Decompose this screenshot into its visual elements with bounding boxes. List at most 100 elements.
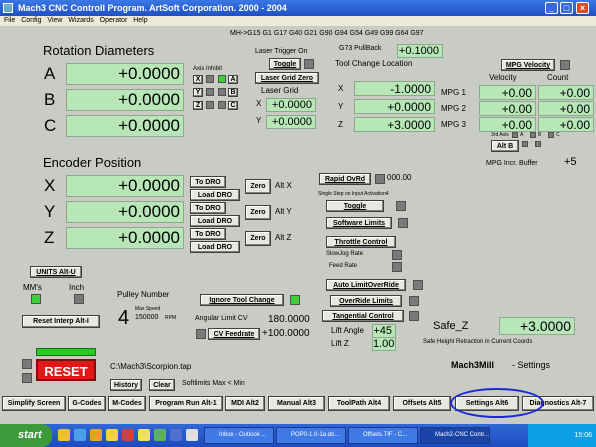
tangential-control-button[interactable]: Tangential Control: [322, 310, 404, 322]
alt-y-label: Alt Y: [275, 207, 292, 216]
mpg-velocity-button[interactable]: MPG Velocity: [501, 59, 555, 71]
laser-grid-zero-button[interactable]: Laser Grid Zero: [255, 72, 319, 84]
auto-limit-override-button[interactable]: Auto LimitOverRide: [326, 279, 406, 291]
windows-taskbar: start Inbox - Outlook ... POP0-1.0-1a.do…: [0, 424, 596, 447]
menu-operator[interactable]: Operator: [100, 17, 128, 24]
alt-b-button[interactable]: Alt B: [491, 140, 519, 152]
zero-x-button[interactable]: Zero: [245, 179, 271, 194]
single-step-toggle-button[interactable]: Toggle: [326, 200, 384, 212]
load-dro-z-button[interactable]: Load DRO: [190, 241, 240, 253]
app-icon-1[interactable]: [122, 429, 134, 441]
menu-file[interactable]: File: [4, 17, 15, 24]
throttle-control-button[interactable]: Throttle Control: [326, 236, 396, 248]
tangential-led: [409, 311, 419, 321]
inhibit-c-led: [218, 101, 226, 109]
inhibit-z-button[interactable]: Z: [193, 101, 203, 110]
menu-config[interactable]: Config: [21, 17, 41, 24]
lift-angle-value[interactable]: +45: [372, 324, 396, 338]
ignore-tool-change-button[interactable]: Ignore Tool Change: [200, 294, 284, 306]
dro-rotation-c[interactable]: +0.0000: [66, 115, 184, 137]
menu-view[interactable]: View: [47, 17, 62, 24]
laser-grid-x[interactable]: +0.0000: [266, 98, 316, 112]
inhibit-b-button[interactable]: B: [228, 88, 238, 97]
rapid-ovrd-value: 000.00: [387, 173, 412, 182]
cv-feedrate-button[interactable]: CV Feedrate: [208, 328, 260, 340]
zero-z-button[interactable]: Zero: [245, 231, 271, 246]
mpg-a-label: A: [520, 132, 524, 138]
dro-encoder-x[interactable]: +0.0000: [66, 175, 184, 197]
safe-z-value[interactable]: +3.0000: [499, 317, 575, 335]
load-dro-y-button[interactable]: Load DRO: [190, 215, 240, 227]
alt-x-label: Alt X: [275, 181, 292, 190]
tool-change-x[interactable]: -1.0000: [354, 81, 435, 96]
dro-rotation-a[interactable]: +0.0000: [66, 63, 184, 85]
mpg2-count[interactable]: +0.00: [538, 101, 594, 116]
reset-interp-button[interactable]: Reset Interp Alt-I: [22, 315, 100, 328]
max-speed-label: Max Speed: [135, 306, 161, 312]
mpg3-count[interactable]: +0.00: [538, 117, 594, 132]
inhibit-a-button[interactable]: A: [228, 75, 238, 84]
inhibit-c-button[interactable]: C: [228, 101, 238, 110]
software-limits-button[interactable]: Software Limits: [326, 217, 392, 229]
tab-simplify-screen[interactable]: Simplify Screen: [2, 396, 66, 411]
g73-pullback-value[interactable]: +0.1000: [397, 44, 443, 58]
maximize-button[interactable]: □: [560, 2, 573, 14]
mpg2-velocity[interactable]: +0.00: [479, 101, 536, 116]
media-icon[interactable]: [90, 429, 102, 441]
menu-wizards[interactable]: Wizards: [68, 17, 93, 24]
to-dro-x-button[interactable]: To DRO: [190, 176, 226, 188]
ie-icon[interactable]: [74, 429, 86, 441]
laser-grid-y[interactable]: +0.0000: [266, 115, 316, 129]
cv-feedrate-value: +100.0000: [262, 328, 310, 339]
task-mach3[interactable]: Mach2-CNC Contr...: [420, 427, 490, 444]
mpg3-velocity[interactable]: +0.00: [479, 117, 536, 132]
tab-offsets[interactable]: Offsets Alt5: [393, 396, 451, 411]
inhibit-y-button[interactable]: Y: [193, 88, 203, 97]
rapid-ovrd-led: [375, 174, 385, 184]
start-button[interactable]: start: [0, 424, 52, 447]
close-button[interactable]: ×: [576, 2, 589, 14]
file-path: C:\Mach3\Scorpion.tap: [110, 362, 192, 371]
history-button[interactable]: History: [110, 379, 142, 391]
mpg1-velocity[interactable]: +0.00: [479, 85, 536, 100]
lift-z-value[interactable]: 1.00: [372, 337, 396, 351]
override-limits-button[interactable]: OverRide Limits: [330, 295, 402, 307]
dro-encoder-z[interactable]: +0.0000: [66, 227, 184, 249]
load-dro-x-button[interactable]: Load DRO: [190, 189, 240, 201]
clear-button[interactable]: Clear: [149, 379, 175, 391]
task-document[interactable]: POP0-1.0-1a.do...: [276, 427, 346, 444]
menu-help[interactable]: Help: [133, 17, 147, 24]
rapid-ovrd-button[interactable]: Rapid OvRd: [319, 173, 371, 185]
messenger-icon[interactable]: [106, 429, 118, 441]
encoder-x-label: X: [44, 176, 56, 195]
tab-program-run[interactable]: Program Run Alt-1: [149, 396, 223, 411]
zero-y-button[interactable]: Zero: [245, 205, 271, 220]
to-dro-y-button[interactable]: To DRO: [190, 202, 226, 214]
app-icon-3[interactable]: [154, 429, 166, 441]
laser-toggle-button[interactable]: Toggle: [269, 58, 301, 70]
mpg-velocity-led: [560, 60, 570, 70]
app-icon-5[interactable]: [186, 429, 198, 441]
tab-toolpath[interactable]: ToolPath Alt4: [328, 396, 390, 411]
inhibit-x-button[interactable]: X: [193, 75, 203, 84]
minimize-button[interactable]: _: [545, 2, 558, 14]
mpg1-label: MPG 1: [441, 88, 466, 97]
dro-rotation-b[interactable]: +0.0000: [66, 89, 184, 111]
tab-mdi[interactable]: MDI Alt2: [225, 396, 265, 411]
tab-m-codes[interactable]: M-Codes: [108, 396, 146, 411]
tool-change-y[interactable]: +0.0000: [354, 99, 435, 114]
tab-g-codes[interactable]: G-Codes: [68, 396, 106, 411]
app-icon-4[interactable]: [170, 429, 182, 441]
mpg1-count[interactable]: +0.00: [538, 85, 594, 100]
folder-icon[interactable]: [58, 429, 70, 441]
units-button[interactable]: UNITS Alt-U: [30, 266, 82, 278]
task-offsets-image[interactable]: Offsets.TIF - C...: [348, 427, 418, 444]
inhibit-a-led: [218, 75, 226, 83]
to-dro-z-button[interactable]: To DRO: [190, 228, 226, 240]
tool-change-z[interactable]: +3.0000: [354, 117, 435, 132]
tab-manual[interactable]: Manual Alt3: [268, 396, 325, 411]
reset-button[interactable]: RESET: [36, 359, 96, 381]
dro-encoder-y[interactable]: +0.0000: [66, 201, 184, 223]
task-outlook[interactable]: Inbox - Outlook ...: [204, 427, 274, 444]
app-icon-2[interactable]: [138, 429, 150, 441]
